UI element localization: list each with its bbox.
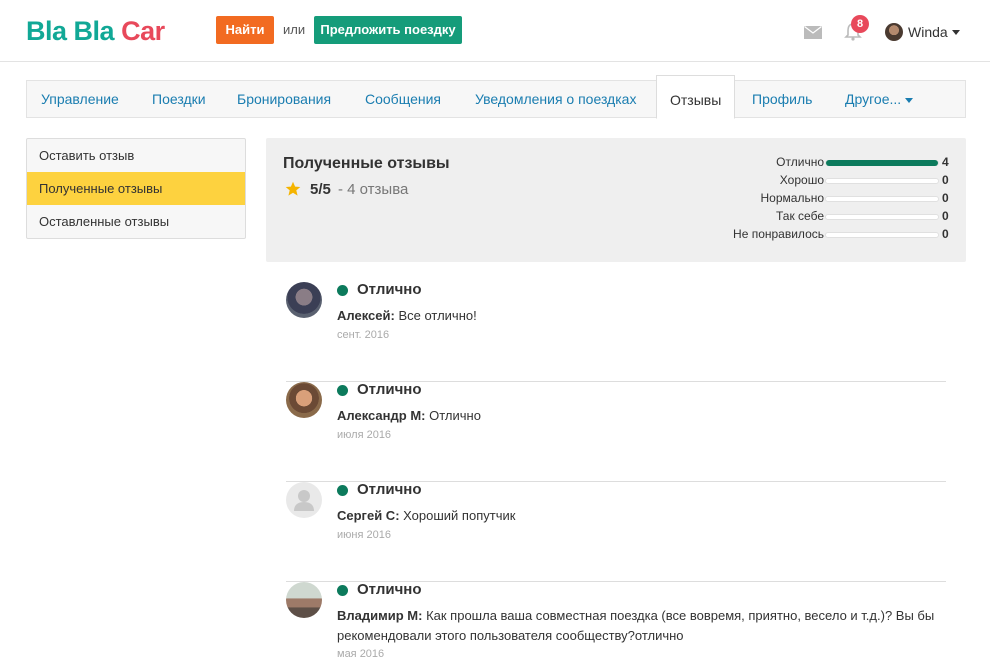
review-date: июля 2016 [337, 429, 392, 441]
review-rating: Отлично [357, 481, 422, 498]
reviewer-avatar[interactable] [286, 382, 322, 418]
review-item: Отлично Сергей С: Хороший попутчик июня … [286, 481, 947, 582]
tab-ride-alerts[interactable]: Уведомления о поездках [475, 81, 636, 118]
rating-bar [825, 214, 939, 220]
review-text: Алексей: Все отлично! [337, 306, 947, 326]
review-item: Отлично Владимир М: Как прошла ваша совм… [286, 581, 947, 661]
menu-leave-review[interactable]: Оставить отзыв [27, 139, 245, 172]
review-date: мая 2016 [337, 648, 385, 660]
reviews-summary: Полученные отзывы 5/5 - 4 отзыва Отлично… [266, 138, 966, 262]
rating-count: 0 [942, 173, 949, 187]
review-body: Как прошла ваша совместная поездка (все … [337, 608, 935, 643]
rating-row: Отлично 4 [706, 155, 951, 173]
profile-tabs: Управление Поездки Бронирования Сообщени… [26, 75, 966, 119]
find-button[interactable]: Найти [216, 16, 274, 44]
rating-row: Хорошо 0 [706, 173, 951, 191]
rating-fill [826, 160, 938, 166]
rating-dot [337, 485, 348, 496]
tab-more-label: Другое... [845, 91, 902, 107]
review-text: Владимир М: Как прошла ваша совместная п… [337, 606, 947, 646]
review-date: сент. 2016 [337, 329, 390, 341]
reviewer-name[interactable]: Сергей С: [337, 508, 400, 523]
star-icon [285, 181, 301, 196]
rating-breakdown: Отлично 4 Хорошо 0 Нормально 0 Так себе … [706, 155, 951, 245]
rating-count: 4 [942, 155, 949, 169]
rating-bar [825, 196, 939, 202]
top-header: Bla Bla Car Найти или Предложить поездку… [0, 0, 990, 62]
review-rating: Отлично [357, 281, 422, 298]
review-body: Хороший попутчик [403, 508, 516, 523]
logo-word-1: Bla [26, 16, 67, 46]
rating-label: Нормально [760, 191, 825, 205]
review-rating: Отлично [357, 381, 422, 398]
tab-more[interactable]: Другое... [845, 81, 914, 118]
rating-bar [825, 160, 939, 166]
average-score: 5/5 [310, 181, 331, 198]
rating-label: Хорошо [779, 173, 824, 187]
review-text: Александр М: Отлично [337, 406, 947, 426]
summary-title: Полученные отзывы [283, 155, 450, 172]
rating-row: Не понравилось 0 [706, 227, 951, 245]
logo-word-3: Car [121, 16, 165, 46]
rating-count: 0 [942, 191, 949, 205]
tab-rides[interactable]: Поездки [152, 81, 206, 118]
rating-label: Не понравилось [733, 227, 824, 241]
rating-count: 0 [942, 209, 949, 223]
rating-label: Отлично [776, 155, 824, 169]
reviewer-name[interactable]: Владимир М: [337, 608, 422, 623]
rating-bar [825, 232, 939, 238]
review-text: Сергей С: Хороший попутчик [337, 506, 947, 526]
tab-reviews[interactable]: Отзывы [656, 75, 736, 119]
or-label: или [283, 22, 306, 37]
notification-badge[interactable]: 8 [851, 15, 869, 33]
rating-dot [337, 385, 348, 396]
caret-down-icon [905, 97, 914, 103]
menu-received-reviews[interactable]: Полученные отзывы [27, 172, 245, 205]
reviewer-avatar[interactable] [286, 582, 322, 618]
review-body: Отлично [429, 408, 481, 423]
user-name[interactable]: Winda [908, 24, 948, 40]
reviewer-name[interactable]: Александр М: [337, 408, 425, 423]
tab-profile[interactable]: Профиль [752, 81, 812, 118]
user-avatar[interactable] [885, 23, 903, 41]
reviews-side-menu: Оставить отзыв Полученные отзывы Оставле… [26, 138, 246, 239]
tab-bookings[interactable]: Бронирования [237, 81, 331, 118]
mail-icon[interactable] [804, 26, 822, 39]
blablacar-logo[interactable]: Bla Bla Car [26, 15, 165, 47]
review-item: Отлично Алексей: Все отлично! сент. 2016 [286, 281, 947, 382]
reviewer-name[interactable]: Алексей: [337, 308, 395, 323]
review-rating: Отлично [357, 581, 422, 598]
default-user-icon [294, 490, 314, 511]
review-count: - 4 отзыва [338, 181, 409, 198]
logo-word-2: Bla [73, 16, 115, 46]
review-body: Все отлично! [398, 308, 477, 323]
reviewer-avatar[interactable] [286, 282, 322, 318]
rating-count: 0 [942, 227, 949, 241]
tab-messages[interactable]: Сообщения [365, 81, 441, 118]
rating-label: Так себе [776, 209, 824, 223]
rating-dot [337, 285, 348, 296]
rating-row: Нормально 0 [706, 191, 951, 209]
rating-bar [825, 178, 939, 184]
review-item: Отлично Александр М: Отлично июля 2016 [286, 381, 947, 482]
offer-ride-button[interactable]: Предложить поездку [314, 16, 462, 44]
menu-given-reviews[interactable]: Оставленные отзывы [27, 205, 245, 238]
rating-dot [337, 585, 348, 596]
review-date: июня 2016 [337, 529, 391, 541]
rating-row: Так себе 0 [706, 209, 951, 227]
tab-management[interactable]: Управление [41, 81, 119, 118]
chevron-down-icon[interactable] [952, 30, 960, 35]
reviewer-avatar[interactable] [286, 482, 322, 518]
